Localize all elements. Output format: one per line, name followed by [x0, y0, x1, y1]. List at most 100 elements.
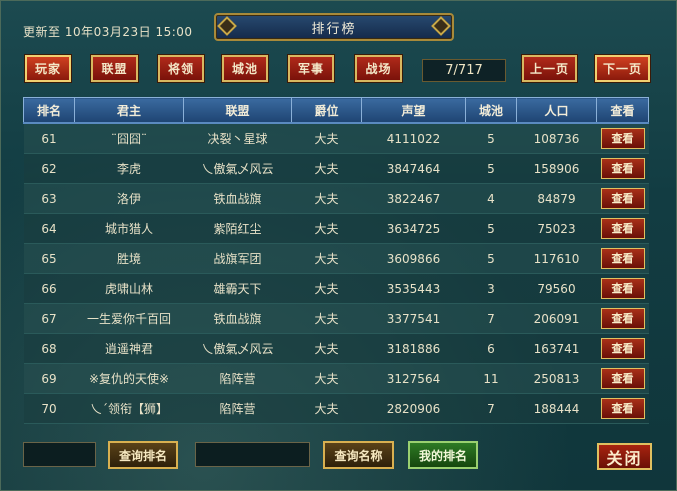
rank-cell: 68: [23, 333, 75, 364]
lord-cell: 胜境: [74, 243, 184, 274]
view-cell: 查看: [596, 393, 649, 424]
query-rank-button[interactable]: 查询排名: [108, 441, 178, 469]
population-cell: 206091: [516, 303, 597, 334]
cities-cell: 5: [465, 243, 517, 274]
population-cell: 163741: [516, 333, 597, 364]
cities-cell: 11: [465, 363, 517, 394]
view-button[interactable]: 查看: [600, 278, 645, 299]
table-row: 64 城市猎人 紫陌红尘 大夫 3634725 5 75023 查看: [23, 213, 649, 244]
population-cell: 84879: [516, 183, 597, 214]
column-header-prestige[interactable]: 声望: [361, 97, 466, 124]
view-button[interactable]: 查看: [600, 218, 645, 239]
title-cell: 大夫: [291, 123, 362, 154]
view-cell: 查看: [596, 333, 649, 364]
column-header-cities[interactable]: 城池: [465, 97, 517, 124]
prestige-cell: 3535443: [361, 273, 466, 304]
table-row: 70 乀ˊ领衔【狮】 陷阵营 大夫 2820906 7 188444 查看: [23, 393, 649, 424]
population-cell: 79560: [516, 273, 597, 304]
lord-cell: 李虎: [74, 153, 184, 184]
update-time-label: 更新至 10年03月23日 15:00: [23, 25, 193, 39]
column-header-title[interactable]: 爵位: [291, 97, 362, 124]
lord-cell: ¨囧囧¨: [74, 123, 184, 154]
table-row: 67 一生爱你千百回 铁血战旗 大夫 3377541 7 206091 查看: [23, 303, 649, 334]
prev-page-button[interactable]: 上一页: [522, 55, 577, 82]
lord-cell: 虎啸山林: [74, 273, 184, 304]
table-row: 62 李虎 乀傲氣乄风云 大夫 3847464 5 158906 查看: [23, 153, 649, 184]
prestige-cell: 3634725: [361, 213, 466, 244]
alliance-cell: 紫陌红尘: [183, 213, 292, 244]
lord-cell: 一生爱你千百回: [74, 303, 184, 334]
column-header-rank[interactable]: 排名: [23, 97, 75, 124]
query-name-button[interactable]: 查询名称: [323, 441, 394, 469]
lord-cell: 城市猎人: [74, 213, 184, 244]
alliance-cell: 战旗军团: [183, 243, 292, 274]
close-button[interactable]: 关闭: [597, 443, 652, 470]
cities-cell: 5: [465, 153, 517, 184]
rank-cell: 64: [23, 213, 75, 244]
tab-general[interactable]: 将领: [158, 55, 204, 82]
cities-cell: 5: [465, 123, 517, 154]
lord-cell: ※复仇的天使※: [74, 363, 184, 394]
view-cell: 查看: [596, 123, 649, 154]
alliance-cell: 决裂丶星球: [183, 123, 292, 154]
view-button[interactable]: 查看: [600, 188, 645, 209]
alliance-cell: 铁血战旗: [183, 303, 292, 334]
alliance-cell: 乀傲氣乄风云: [183, 153, 292, 184]
title-cell: 大夫: [291, 363, 362, 394]
page-indicator: 7/717: [422, 59, 506, 82]
rank-query-input[interactable]: [23, 442, 96, 467]
rank-cell: 67: [23, 303, 75, 334]
view-button[interactable]: 查看: [600, 248, 645, 269]
table-row: 68 逍遥神君 乀傲氣乄风云 大夫 3181886 6 163741 查看: [23, 333, 649, 364]
next-page-button[interactable]: 下一页: [595, 55, 650, 82]
table-row: 69 ※复仇的天使※ 陷阵营 大夫 3127564 11 250813 查看: [23, 363, 649, 394]
prestige-cell: 3181886: [361, 333, 466, 364]
column-header-lord[interactable]: 君主: [74, 97, 184, 124]
alliance-cell: 陷阵营: [183, 363, 292, 394]
view-cell: 查看: [596, 243, 649, 274]
column-header-population[interactable]: 人口: [516, 97, 597, 124]
ornament-icon: [431, 16, 451, 36]
ranking-table: 排名 君主 联盟 爵位 声望 城池 人口 查看 61 ¨囧囧¨ 决裂丶星球 大夫 411…: [23, 97, 649, 424]
tab-city[interactable]: 城池: [222, 55, 268, 82]
title-cell: 大夫: [291, 243, 362, 274]
lord-cell: 逍遥神君: [74, 333, 184, 364]
cities-cell: 4: [465, 183, 517, 214]
lord-cell: 洛伊: [74, 183, 184, 214]
table-row: 65 胜境 战旗军团 大夫 3609866 5 117610 查看: [23, 243, 649, 274]
rank-cell: 65: [23, 243, 75, 274]
table-header-row: 排名 君主 联盟 爵位 声望 城池 人口 查看: [23, 97, 649, 124]
tab-alliance[interactable]: 联盟: [91, 55, 138, 82]
population-cell: 250813: [516, 363, 597, 394]
view-button[interactable]: 查看: [600, 398, 645, 419]
population-cell: 117610: [516, 243, 597, 274]
column-header-alliance[interactable]: 联盟: [183, 97, 292, 124]
ornament-icon: [217, 16, 237, 36]
my-rank-button[interactable]: 我的排名: [408, 441, 478, 469]
title-cell: 大夫: [291, 393, 362, 424]
view-button[interactable]: 查看: [600, 128, 645, 149]
tab-military[interactable]: 军事: [288, 55, 334, 82]
rank-cell: 70: [23, 393, 75, 424]
prestige-cell: 3609866: [361, 243, 466, 274]
window-title: 排行榜: [311, 21, 357, 37]
view-cell: 查看: [596, 153, 649, 184]
rank-cell: 69: [23, 363, 75, 394]
name-query-input[interactable]: [195, 442, 310, 467]
tab-player[interactable]: 玩家: [25, 55, 71, 82]
view-button[interactable]: 查看: [600, 338, 645, 359]
table-row: 61 ¨囧囧¨ 决裂丶星球 大夫 4111022 5 108736 查看: [23, 123, 649, 154]
rank-cell: 61: [23, 123, 75, 154]
view-button[interactable]: 查看: [600, 368, 645, 389]
cities-cell: 5: [465, 213, 517, 244]
population-cell: 108736: [516, 123, 597, 154]
table-row: 63 洛伊 铁血战旗 大夫 3822467 4 84879 查看: [23, 183, 649, 214]
view-cell: 查看: [596, 273, 649, 304]
prestige-cell: 3127564: [361, 363, 466, 394]
tab-battlefield[interactable]: 战场: [355, 55, 402, 82]
title-plate: 排行榜: [214, 13, 454, 41]
view-button[interactable]: 查看: [600, 308, 645, 329]
population-cell: 75023: [516, 213, 597, 244]
view-button[interactable]: 查看: [600, 158, 645, 179]
alliance-cell: 铁血战旗: [183, 183, 292, 214]
